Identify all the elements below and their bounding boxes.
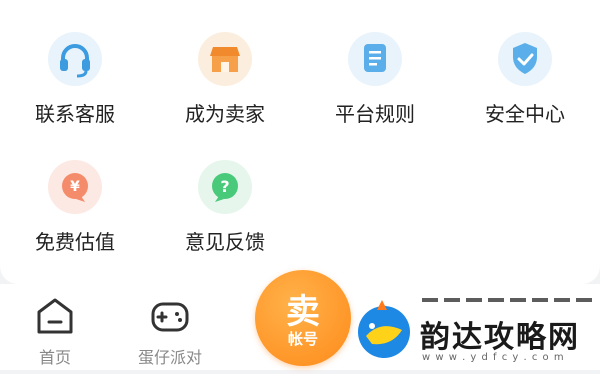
service-security-center[interactable]: 安全中心 — [450, 32, 600, 142]
watermark-text: 韵达攻略网 — [420, 320, 580, 355]
watermark-url: w w w . y d f c y . c o m — [422, 352, 565, 363]
service-label: 意见反馈 — [185, 230, 265, 254]
gamepad-icon — [148, 294, 192, 338]
sell-button-line2: 帐号 — [287, 330, 318, 348]
shield-check-icon — [498, 32, 552, 86]
service-contact-support[interactable]: 联系客服 — [0, 32, 150, 142]
watermark-dashes — [422, 298, 592, 302]
service-feedback[interactable]: ? 意见反馈 — [150, 160, 300, 270]
question-bubble-icon: ? — [198, 160, 252, 214]
svg-text:?: ? — [220, 177, 229, 196]
service-platform-rules[interactable]: 平台规则 — [300, 32, 450, 142]
sell-account-button[interactable]: 卖 帐号 — [255, 270, 351, 366]
service-label: 成为卖家 — [185, 102, 265, 126]
tab-label: 首页 — [38, 348, 71, 367]
bird-logo-icon — [358, 300, 410, 358]
yuan-bubble-icon: ¥ — [48, 160, 102, 214]
home-icon — [33, 294, 77, 338]
service-label: 免费估值 — [35, 230, 115, 254]
service-label: 安全中心 — [485, 102, 565, 126]
store-icon — [198, 32, 252, 86]
service-label: 联系客服 — [35, 102, 115, 126]
svg-text:¥: ¥ — [70, 179, 80, 195]
service-become-seller[interactable]: 成为卖家 — [150, 32, 300, 142]
tab-home[interactable]: 首页 — [0, 284, 110, 370]
service-free-valuation[interactable]: ¥ 免费估值 — [0, 160, 150, 270]
service-label: 平台规则 — [335, 102, 415, 126]
services-panel: 联系客服 成为卖家 平台规则 安全中心 ¥ 免费估值 ? 意见反馈 — [0, 0, 600, 284]
document-icon — [348, 32, 402, 86]
sell-button-line1: 卖 — [286, 292, 320, 332]
tab-label: 蛋仔派对 — [137, 348, 202, 367]
headset-icon — [48, 32, 102, 86]
watermark-logo: 韵达攻略网 w w w . y d f c y . c o m — [350, 292, 600, 370]
tab-party[interactable]: 蛋仔派对 — [115, 284, 225, 370]
